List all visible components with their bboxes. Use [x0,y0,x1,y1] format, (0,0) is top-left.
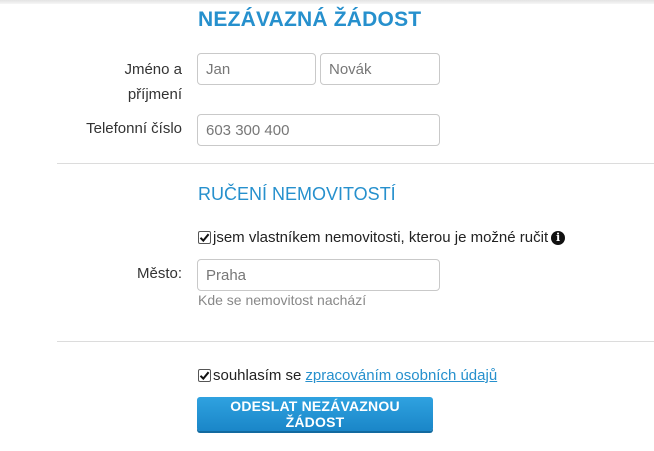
consent-text: souhlasím se [213,367,302,384]
top-strip [0,0,654,4]
divider-2 [57,341,654,342]
privacy-link[interactable]: zpracováním osobních údajů [305,367,497,384]
consent-checkbox[interactable] [198,369,211,382]
name-label-line2: příjmení [127,86,182,103]
last-name-input[interactable] [320,53,440,85]
divider-1 [57,163,654,164]
owner-checkbox-label: jsem vlastníkem nemovitosti, kterou je m… [213,229,549,246]
name-label: Jméno a příjmení [124,59,182,106]
phone-input[interactable] [197,114,440,146]
city-label: Město: [136,265,182,282]
city-hint: Kde se nemovitost nachází [198,292,367,308]
check-icon [199,233,210,243]
form-title: NEZÁVAZNÁ ŽÁDOST [198,8,422,31]
info-icon[interactable]: i [551,230,566,245]
phone-label: Telefonní číslo [86,120,182,137]
owner-checkbox-row[interactable]: jsem vlastníkem nemovitosti, kterou je m… [198,229,566,246]
first-name-input[interactable] [197,53,316,85]
consent-row[interactable]: souhlasím se zpracováním osobních údajů [198,367,497,384]
city-input[interactable] [197,259,440,291]
owner-checkbox[interactable] [198,231,211,244]
check-icon [199,371,210,381]
submit-button[interactable]: ODESLAT NEZÁVAZNOU ŽÁDOST [197,397,433,431]
section-title-property: RUČENÍ NEMOVITOSTÍ [198,184,396,204]
name-label-line1: Jméno a [124,61,182,78]
